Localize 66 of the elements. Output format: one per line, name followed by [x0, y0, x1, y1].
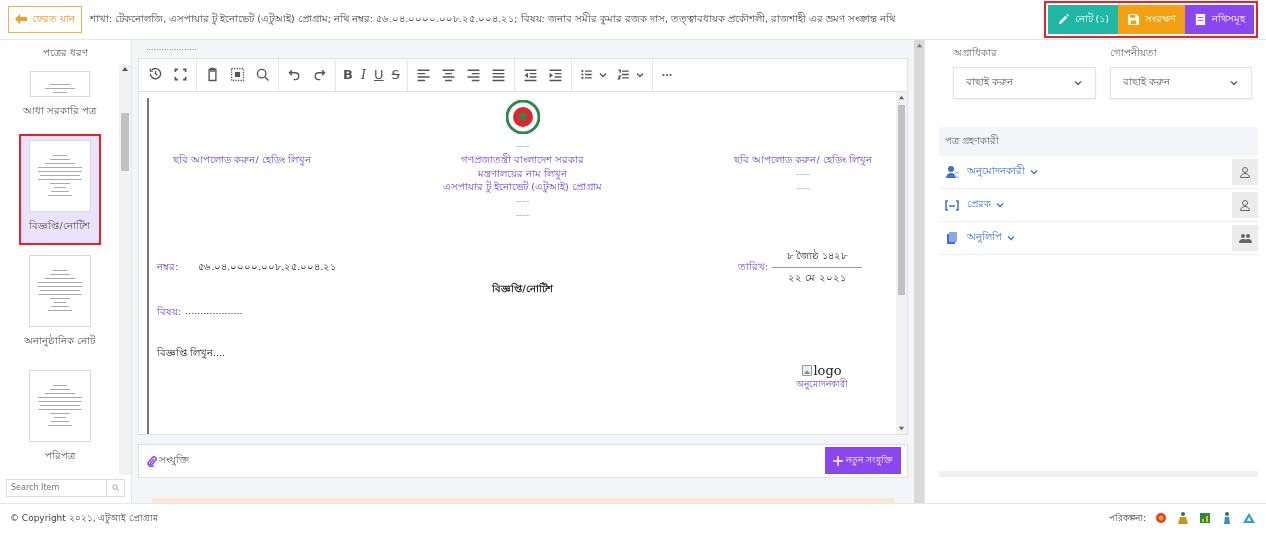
scroll-thumb[interactable]	[121, 112, 129, 171]
recipient-dropdown[interactable]: অনুমোদনকারী	[967, 164, 1224, 180]
attachment-label: সংযুক্তি	[159, 453, 189, 468]
scroll-up-icon	[898, 93, 905, 101]
select-all-icon	[229, 66, 246, 84]
heading-line[interactable]: গণপ্রজাতন্ত্রী বাংলাদেশ সরকার	[460, 153, 584, 166]
subject-field[interactable]: ...................	[185, 305, 243, 321]
bangla-date: ৮ জ্যৈষ্ঠ ১৪২৮	[786, 249, 847, 264]
plus-icon	[833, 455, 844, 466]
arrow-left-icon	[15, 14, 27, 25]
italic-button[interactable]: I	[356, 64, 371, 86]
scroll-up-icon	[915, 41, 923, 49]
person-check-icon	[945, 164, 959, 179]
file-info: শাখা: টেকনোলজি, এসপায়ার টু ইনোভেট (এটুআই) প্রোগ্রাম; নথি নম্বর: ৫৬.০৪.০০০০.০০৮.২৫.০০৪.২১; বিষয়: জনাব সমীর কুমার রজক দাস, তত্ত্বাবধায়ক প্রকৌশলী, রাজশাহী এর ভ্রমণ সংক্রান্ত নথি	[90, 13, 897, 26]
pencil-icon	[1056, 12, 1070, 26]
chart-logo-icon	[1198, 511, 1212, 526]
person-button[interactable]	[1232, 158, 1258, 185]
scroll-down-icon	[898, 424, 905, 432]
page-thumbnail	[29, 70, 90, 97]
recipient-dropdown[interactable]: প্রেরক	[967, 197, 1224, 213]
recipient-dropdown[interactable]: অনুলিপি	[967, 230, 1224, 246]
cloud-logo-icon	[1242, 511, 1256, 526]
reference-number: ৫৬.০৪.০০০০.০০৮.২৫.০০৪.২১	[198, 260, 337, 275]
people-icon	[1238, 231, 1252, 244]
strikethrough-button[interactable]: S	[387, 64, 404, 86]
copyright-text: © Copyright ২০২১, এটুআই প্রোগ্রাম	[10, 511, 159, 526]
paperclip-icon	[147, 454, 157, 467]
dotted-line: ....................	[145, 41, 198, 54]
field-label: গোপনীয়তা	[1109, 45, 1158, 60]
group-button[interactable]	[1232, 224, 1258, 251]
letter-type-item[interactable]: বিজ্ঞপ্তি/নোটিশ	[18, 133, 101, 245]
broken-logo-image: logo	[802, 363, 842, 379]
files-button[interactable]: নথিসমূহ	[1185, 4, 1254, 34]
person-button[interactable]	[1232, 191, 1258, 218]
english-date: ২২ মে ২০২১	[788, 271, 846, 286]
signer-placeholder[interactable]: অনুমোদনকারী	[796, 378, 848, 393]
search-field[interactable]: Search Item	[6, 478, 107, 497]
heading-placeholder[interactable]: ছবি আপলোড করুন/ হেডিং লিখুন	[173, 153, 311, 166]
heading-placeholder[interactable]: ছবি আপলোড করুন/ হেডিং লিখুন	[734, 153, 872, 166]
field-label: অগ্রাধিকার	[953, 45, 998, 60]
recipients-header: পত্র গ্রহণকারী	[939, 126, 1258, 156]
new-attachment-button[interactable]: নতুন সংযুক্তি	[825, 447, 901, 475]
round-seal-icon	[1154, 511, 1168, 526]
subject-label: বিষয়:	[157, 305, 182, 320]
save-icon	[1127, 12, 1140, 26]
number-label: নম্বর:	[157, 260, 179, 275]
credit-label: পরিকল্পনা:	[1108, 511, 1146, 525]
search-icon	[111, 483, 120, 493]
panel-title: পত্রের ধরণ	[42, 45, 89, 60]
broken-image-icon	[802, 365, 813, 377]
notice-title: বিজ্ঞপ্তি/নোটিশ	[492, 282, 553, 297]
underline-button[interactable]: U	[370, 64, 388, 86]
bold-button[interactable]: B	[339, 64, 357, 86]
body-placeholder[interactable]: বিজ্ঞপ্তি লিখুন....	[157, 346, 888, 362]
heading-line[interactable]: মন্ত্রণালয়ের নাম লিখুন	[477, 167, 567, 180]
scroll-thumb[interactable]	[898, 104, 905, 295]
date-label: তারিখ:	[737, 260, 768, 275]
dropdown-field[interactable]: বাছাই করুন	[1109, 66, 1252, 99]
farmer-icon	[1176, 511, 1190, 526]
person-icon	[1238, 165, 1252, 178]
dropdown-field[interactable]: বাছাই করুন	[953, 66, 1096, 99]
copy-document-icon	[945, 230, 959, 245]
heading-line[interactable]: এসপায়ার টু ইনোভেট (এটুআই) প্রোগ্রাম	[443, 181, 602, 194]
government-seal-icon	[505, 99, 540, 134]
document-icon	[1194, 12, 1207, 26]
person-icon	[1238, 198, 1252, 211]
